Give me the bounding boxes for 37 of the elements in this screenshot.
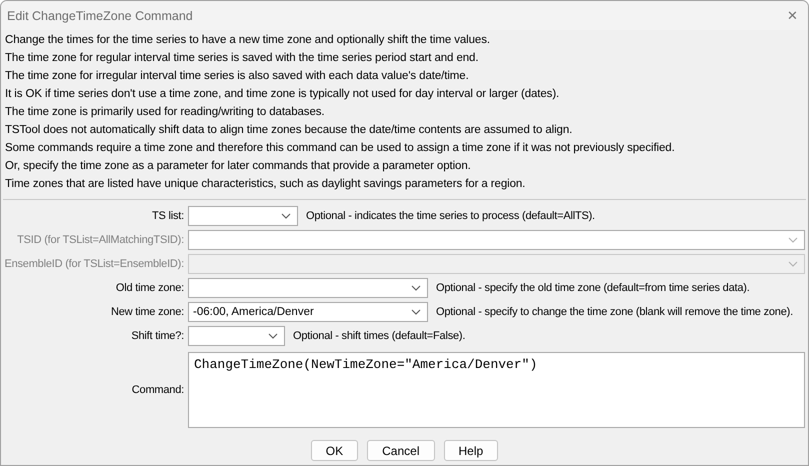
- field-label: Old time zone:: [114, 282, 185, 294]
- dropdown-field[interactable]: [188, 206, 298, 226]
- field-hint: Optional - shift times (default=False).: [293, 330, 466, 342]
- description-line: The time zone for irregular interval time series is also saved with each data value's date/time.: [5, 69, 470, 84]
- command-textarea[interactable]: ChangeTimeZone(NewTimeZone="America/Denver"): [188, 352, 805, 428]
- dropdown-field[interactable]: [188, 230, 805, 250]
- chevron-down-icon: [411, 285, 421, 291]
- chevron-down-icon: [411, 309, 421, 315]
- description-line: Time zones that are listed have unique characteristics, such as daylight savings parameters for a region.: [5, 177, 526, 192]
- dropdown-field[interactable]: [188, 278, 428, 298]
- description-line: It is OK if time series don't use a time zone, and time zone is typically not used for day interval or larger (dates).: [5, 87, 560, 102]
- dialog-button[interactable]: Help: [444, 440, 498, 461]
- field-label: EnsembleID (for TSList=EnsembleID):: [3, 258, 185, 270]
- description-line: The time zone is primarily used for reading/writing to databases.: [5, 105, 326, 120]
- field-label: TSID (for TSList=AllMatchingTSID):: [16, 234, 185, 246]
- dialog-button[interactable]: Cancel: [367, 440, 434, 461]
- window-title: Edit ChangeTimeZone Command: [7, 8, 193, 22]
- field-label: Command:: [130, 384, 185, 396]
- close-button[interactable]: ✕: [787, 8, 798, 23]
- description-line: TSTool does not automatically shift data to align time zones because the date/time contents are assumed to align.: [5, 123, 574, 138]
- dialog-button[interactable]: OK: [310, 440, 358, 461]
- field-hint: Optional - specify to change the time zone (blank will remove the time zone).: [436, 306, 793, 318]
- field-label: Shift time?:: [130, 330, 185, 342]
- description-line: Some commands require a time zone and therefore this command can be used to assign a time zone if it was not previously specified.: [5, 141, 676, 156]
- field-hint: Optional - specify the old time zone (default=from time series data).: [436, 282, 750, 294]
- chevron-down-icon: [788, 261, 798, 267]
- field-label: TS list:: [150, 210, 185, 222]
- description-line: Or, specify the time zone as a parameter for later commands that provide a parameter option.: [5, 159, 472, 174]
- chevron-down-icon: [281, 213, 291, 219]
- description-line: The time zone for regular interval time series is saved with the time series period start and end.: [5, 51, 480, 66]
- field-label: New time zone:: [110, 306, 185, 318]
- chevron-down-icon: [268, 333, 278, 339]
- dropdown-field[interactable]: -06:00, America/Denver: [188, 302, 428, 322]
- chevron-down-icon: [788, 237, 798, 243]
- description-line: Change the times for the time series to have a new time zone and optionally shift the time values.: [5, 33, 491, 48]
- dropdown-field[interactable]: [188, 326, 285, 346]
- field-hint: Optional - indicates the time series to process (default=AllTS).: [306, 210, 595, 222]
